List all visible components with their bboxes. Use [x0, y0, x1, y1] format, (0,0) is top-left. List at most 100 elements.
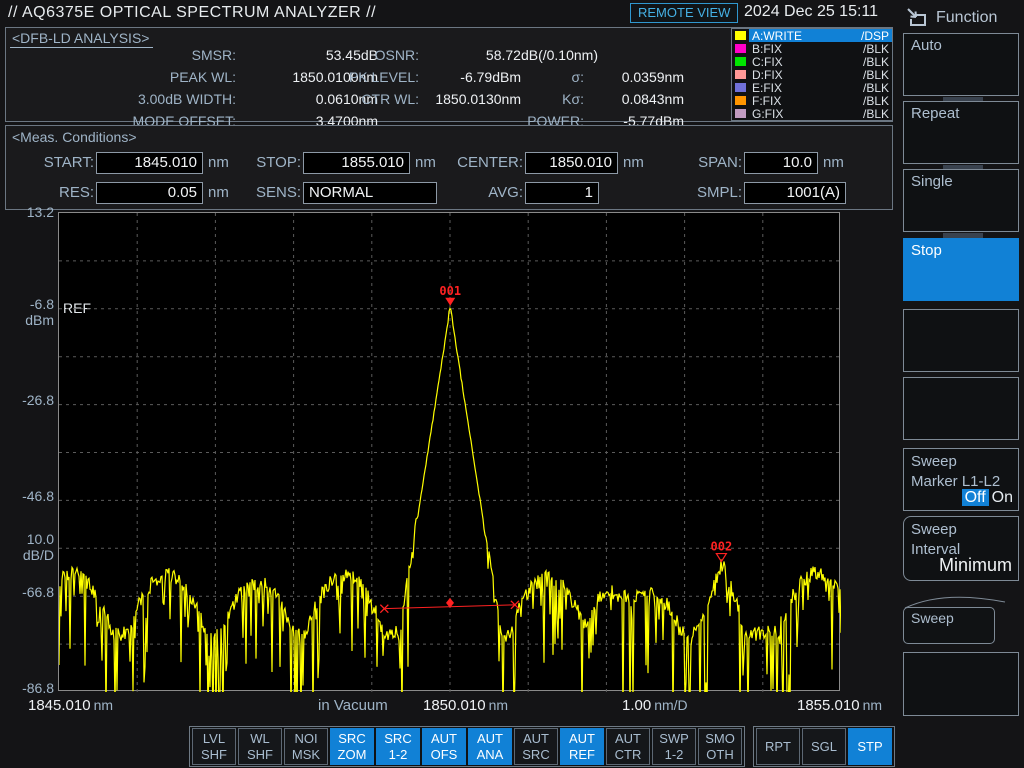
button-src-1-2[interactable]: SRC1-2 [376, 728, 420, 765]
x-tick-center: 1850.010nm [423, 697, 508, 714]
button-noi-msk[interactable]: NOIMSK [284, 728, 328, 765]
softkey-blank-2[interactable] [903, 377, 1019, 440]
span-label: SPAN: [661, 154, 742, 171]
sens-input[interactable]: NORMAL [303, 182, 437, 204]
toggle-on[interactable]: On [992, 489, 1013, 506]
start-input[interactable]: 1845.010 [96, 152, 203, 174]
smpl-input[interactable]: 1001(A) [744, 182, 846, 204]
button-smo-oth[interactable]: SMOOTH [698, 728, 742, 765]
y-ref-value: -6.8 [0, 296, 54, 312]
toolbar-group-sweep: RPT SGL STP [753, 726, 895, 767]
button-swp-1-2[interactable]: SWP1-2 [652, 728, 696, 765]
button-rpt[interactable]: RPT [756, 728, 800, 765]
trace-row-d[interactable]: D:FIX/BLK [732, 68, 892, 81]
button-aut-ref[interactable]: AUTREF [560, 728, 604, 765]
function-pointer-icon [905, 6, 929, 30]
y-tick-26: -26.8 [0, 392, 54, 408]
title-bar: // AQ6375E OPTICAL SPECTRUM ANALYZER // … [0, 0, 897, 26]
svg-text:002: 002 [711, 540, 733, 554]
trace-row-g[interactable]: G:FIX/BLK [732, 107, 892, 120]
button-sgl[interactable]: SGL [802, 728, 846, 765]
peak-wl-label: PEAK WL: [24, 69, 236, 85]
bottom-toolbar: LVLSHF WLSHF NOIMSK SRCZOM SRC1-2 AUTOFS… [0, 726, 897, 768]
softkey-blank-1[interactable] [903, 309, 1019, 372]
button-aut-src[interactable]: AUTSRC [514, 728, 558, 765]
trace-row-e[interactable]: E:FIX/BLK [732, 81, 892, 94]
datetime-display: 2024 Dec 25 15:11 [744, 3, 878, 21]
trace-e-swatch [735, 83, 746, 92]
trace-d-swatch [735, 70, 746, 79]
trace-row-a[interactable]: A:WRITE/DSP [732, 29, 892, 42]
function-header-label: Function [936, 9, 997, 27]
toggle-off[interactable]: Off [962, 489, 989, 506]
res-input[interactable]: 0.05 [96, 182, 203, 204]
trace-g-label: G:FIX [752, 107, 863, 121]
center-unit: nm [623, 154, 644, 171]
softkey-sweep-marker[interactable]: Sweep Marker L1-L2 OffOn [903, 448, 1019, 511]
trace-row-c[interactable]: C:FIX/BLK [732, 55, 892, 68]
trace-e-mode: /BLK [863, 81, 889, 95]
trace-c-mode: /BLK [863, 55, 889, 69]
meas-conditions-panel: <Meas. Conditions> START: 1845.010 nm ST… [5, 125, 893, 210]
y-tick-bottom: -86.8 [0, 680, 54, 696]
button-lvl-shf[interactable]: LVLSHF [192, 728, 236, 765]
sweep-marker-line1: Sweep [911, 452, 1011, 472]
avg-label: AVG: [434, 184, 523, 201]
trace-row-b[interactable]: B:FIX/BLK [732, 42, 892, 55]
function-sidebar: Function Auto Repeat Single Stop Sweep M… [897, 0, 1024, 768]
span-input[interactable]: 10.0 [744, 152, 818, 174]
trace-legend: A:WRITE/DSP B:FIX/BLK C:FIX/BLK D:FIX/BL… [731, 28, 893, 121]
spectrum-chart-section: 13.2 -6.8 dBm -26.8 -46.8 10.0 dB/D -66.… [0, 204, 897, 720]
trace-g-swatch [735, 109, 746, 118]
trace-g-mode: /BLK [863, 107, 889, 121]
button-stp[interactable]: STP [848, 728, 892, 765]
toolbar-group-functions: LVLSHF WLSHF NOIMSK SRCZOM SRC1-2 AUTOFS… [189, 726, 745, 767]
trace-d-mode: /BLK [863, 68, 889, 82]
analysis-heading: <DFB-LD ANALYSIS> [10, 30, 153, 48]
dfb-ld-analysis-panel: <DFB-LD ANALYSIS> SMSR: 53.45dB OSNR: 58… [5, 27, 893, 122]
y-scale-unit: dB/D [0, 547, 54, 563]
trace-e-label: E:FIX [752, 81, 863, 95]
trace-row-f[interactable]: F:FIX/BLK [732, 94, 892, 107]
button-aut-ana[interactable]: AUTANA [468, 728, 512, 765]
center-input[interactable]: 1850.010 [525, 152, 618, 174]
button-aut-ctr[interactable]: AUTCTR [606, 728, 650, 765]
trace-f-label: F:FIX [752, 94, 863, 108]
x-scale-indicator: 1.00nm/D [622, 697, 688, 714]
trace-f-mode: /BLK [863, 94, 889, 108]
trace-b-swatch [735, 44, 746, 53]
y-tick-top: 13.2 [0, 204, 54, 220]
center-label: CENTER: [434, 154, 523, 171]
sweep-interval-value: Minimum [939, 555, 1012, 576]
softkey-stop[interactable]: Stop [903, 238, 1019, 301]
trace-b-label: B:FIX [752, 42, 863, 56]
x-axis-labels: 1845.010nm in Vacuum 1850.010nm 1.00nm/D… [0, 697, 897, 717]
softkey-single[interactable]: Single [903, 169, 1019, 232]
sens-label: SENS: [216, 184, 301, 201]
spectrum-trace-svg: 001 002 [59, 213, 841, 692]
trace-a-label: A:WRITE [752, 29, 861, 43]
softkey-repeat[interactable]: Repeat [903, 101, 1019, 164]
trace-d-label: D:FIX [752, 68, 863, 82]
trace-c-label: C:FIX [752, 55, 863, 69]
spectrum-plot-area[interactable]: REF 001 002 [58, 212, 840, 691]
res-label: RES: [11, 184, 94, 201]
softkey-auto[interactable]: Auto [903, 33, 1019, 96]
page-title: // AQ6375E OPTICAL SPECTRUM ANALYZER // [8, 4, 376, 22]
trace-f-swatch [735, 96, 746, 105]
sweep-group-label: Sweep [903, 607, 995, 644]
sigma-value: 0.0359nm [592, 69, 684, 85]
smsr-label: SMSR: [24, 47, 236, 63]
smpl-label: SMPL: [661, 184, 742, 201]
button-wl-shf[interactable]: WLSHF [238, 728, 282, 765]
avg-input[interactable]: 1 [525, 182, 599, 204]
stop-input[interactable]: 1855.010 [303, 152, 410, 174]
softkey-sweep-interval[interactable]: Sweep Interval Minimum [903, 516, 1019, 581]
softkey-blank-3[interactable] [903, 652, 1019, 716]
svg-text:001: 001 [439, 284, 461, 298]
button-aut-ofs[interactable]: AUTOFS [422, 728, 466, 765]
pk-level-label: PK LEVEL: [291, 69, 419, 85]
button-src-zom[interactable]: SRCZOM [330, 728, 374, 765]
y-scale-value: 10.0 [0, 531, 54, 547]
osnr-value: 58.72dB(/0.10nm) [429, 47, 598, 63]
